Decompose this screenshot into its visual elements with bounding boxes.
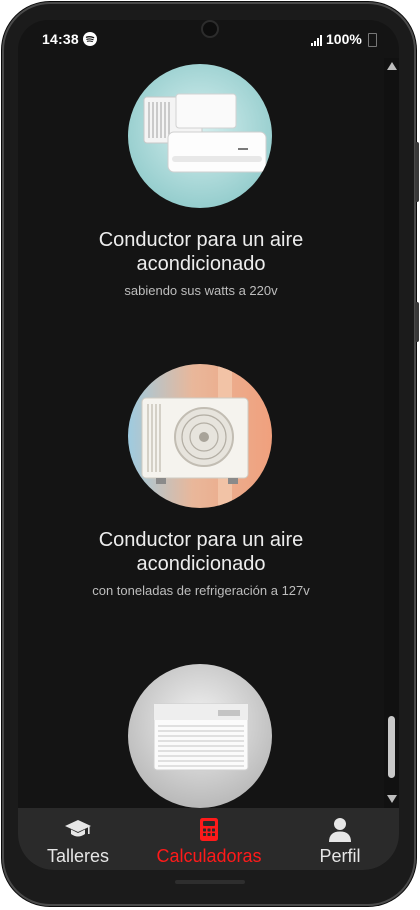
battery-icon [368, 33, 377, 47]
outdoor-condenser-image [128, 364, 272, 508]
user-icon [328, 817, 352, 847]
calculator-card-window[interactable] [18, 658, 384, 808]
scroll-down-arrow-icon[interactable] [387, 795, 397, 803]
card-subtitle: con toneladas de refrigeración a 127v [92, 583, 310, 598]
signal-icon [311, 33, 323, 49]
spotify-icon [83, 32, 97, 46]
nav-label: Calculadoras [156, 846, 262, 866]
nav-item-calculadoras[interactable]: Calculadoras [145, 808, 273, 870]
app-screen: 14:38 100% Conductor para un aire acondi… [18, 20, 399, 870]
card-title: Conductor para un aire acondicionado [98, 229, 304, 275]
calculators-list[interactable]: Conductor para un aire acondicionado sab… [18, 58, 384, 808]
power-button [415, 302, 419, 342]
scrollbar-thumb[interactable] [388, 716, 395, 778]
nav-label: Perfil [319, 846, 361, 866]
card-title: Conductor para un aire acondicionado [98, 529, 304, 575]
window-ac-unit-image [128, 664, 272, 808]
scrollbar[interactable] [384, 58, 399, 808]
graduation-cap-icon [64, 817, 92, 846]
status-time: 14:38 [42, 31, 79, 47]
nav-item-perfil[interactable]: Perfil [300, 808, 380, 870]
calculator-card-watts[interactable]: Conductor para un aire acondicionado sab… [18, 58, 384, 318]
volume-button [415, 142, 419, 202]
nav-item-talleres[interactable]: Talleres [35, 808, 121, 870]
calculator-icon [199, 817, 219, 847]
split-ac-unit-image [128, 64, 272, 208]
scroll-up-arrow-icon[interactable] [387, 62, 397, 70]
home-indicator [175, 880, 245, 884]
card-subtitle: sabiendo sus watts a 220v [124, 283, 278, 298]
bottom-navigation: Talleres Calculadoras Perfil [18, 808, 399, 870]
front-camera [201, 20, 219, 38]
calculator-card-tons[interactable]: Conductor para un aire acondicionado con… [18, 358, 384, 618]
battery-level: 100% [326, 31, 362, 47]
nav-label: Talleres [46, 846, 110, 866]
status-bar: 14:38 100% [18, 20, 399, 58]
